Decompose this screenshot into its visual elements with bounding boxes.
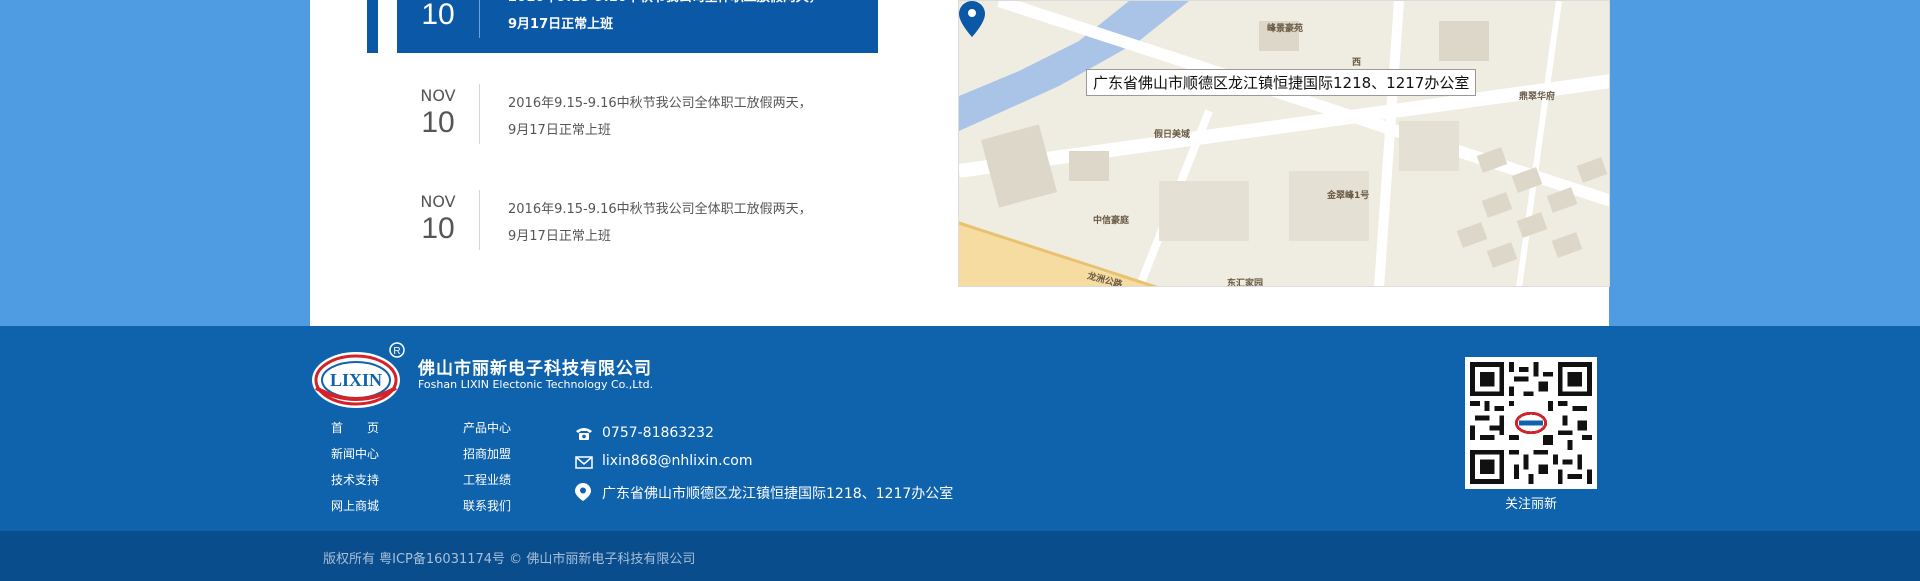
- footer-link-support[interactable]: 技术支持: [331, 471, 379, 488]
- map-graphic: [959, 1, 1609, 286]
- map-place-label: 鼎翠华府: [1519, 92, 1556, 102]
- mail-icon: [575, 456, 593, 469]
- company-logo-icon[interactable]: LIXIN R: [308, 340, 408, 412]
- news-line: 2016年9.15-9.16中秋节我公司全体职工放假两天，: [508, 202, 812, 217]
- phone-number: 0757-81863232: [602, 425, 714, 441]
- news-month: NOV: [420, 86, 456, 105]
- news-text: 2016年9.15-9.16中秋节我公司全体职工放假两天， 9月17日正常上班: [508, 90, 868, 144]
- email-address[interactable]: lixin868@nhlixin.com: [602, 453, 752, 469]
- news-day: 10: [421, 0, 455, 31]
- map-place-label: 峰景豪苑: [1267, 24, 1304, 34]
- location-icon: [575, 483, 591, 501]
- map-place-label: 东汇家园: [1227, 279, 1264, 287]
- news-line: 9月17日正常上班: [508, 123, 611, 138]
- map-address-label: 广东省佛山市顺德区龙江镇恒捷国际1218、1217办公室: [1086, 69, 1477, 96]
- news-divider: [479, 84, 480, 144]
- news-text: 2016年9.15-9.16中秋节我公司全体职工放假两天， 9月17日正常上班: [508, 0, 868, 38]
- news-line: 2016年9.15-9.16中秋节我公司全体职工放假两天，: [508, 96, 812, 111]
- footer-link-shop[interactable]: 网上商城: [331, 497, 379, 514]
- site-footer: LIXIN R 佛山市丽新电子科技有限公司 Foshan LIXIN Elect…: [0, 326, 1920, 531]
- map-place-label: 金翠峰1号: [1327, 191, 1370, 201]
- footer-link-home[interactable]: 首 页: [331, 419, 379, 436]
- copyright-bar: 版权所有 粤ICP备16031174号 © 佛山市丽新电子科技有限公司: [0, 531, 1920, 581]
- qr-code: [1465, 357, 1597, 489]
- company-name-en: Foshan LIXIN Electonic Technology Co.,Lt…: [418, 378, 654, 391]
- news-text: 2016年9.15-9.16中秋节我公司全体职工放假两天， 9月17日正常上班: [508, 196, 868, 250]
- footer-link-contact[interactable]: 联系我们: [463, 497, 511, 514]
- map-place-label: 西: [1352, 58, 1362, 68]
- location-map[interactable]: 峰景豪苑 鼎翠华府 假日美域 金翠峰1号 中信豪庭 东汇家园 龙洲公路 西 广东…: [958, 0, 1610, 287]
- news-item[interactable]: 10 2016年9.15-9.16中秋节我公司全体职工放假两天， 9月17日正常…: [397, 0, 878, 53]
- map-pin-icon[interactable]: [959, 1, 985, 37]
- footer-link-franchise[interactable]: 招商加盟: [463, 445, 511, 462]
- qr-caption: 关注丽新: [1504, 497, 1557, 512]
- news-item[interactable]: NOV 10 2016年9.15-9.16中秋节我公司全体职工放假两天， 9月1…: [397, 190, 878, 250]
- logo-text: LIXIN: [330, 370, 382, 390]
- phone-icon: [576, 428, 592, 440]
- svg-text:R: R: [393, 346, 400, 357]
- news-month: NOV: [420, 192, 456, 211]
- news-divider: [479, 0, 480, 38]
- footer-link-news[interactable]: 新闻中心: [331, 445, 379, 462]
- news-day: 10: [421, 212, 455, 245]
- address-text: 广东省佛山市顺德区龙江镇恒捷国际1218、1217办公室: [602, 486, 954, 502]
- footer-link-products[interactable]: 产品中心: [463, 419, 511, 436]
- copyright-text: 版权所有 粤ICP备16031174号 © 佛山市丽新电子科技有限公司: [323, 552, 696, 567]
- footer-link-projects[interactable]: 工程业绩: [463, 471, 511, 488]
- qr-code-icon: [1470, 362, 1592, 484]
- news-day: 10: [421, 106, 455, 139]
- company-name-cn: 佛山市丽新电子科技有限公司: [418, 359, 652, 379]
- news-item[interactable]: NOV 10 2016年9.15-9.16中秋节我公司全体职工放假两天， 9月1…: [397, 84, 878, 144]
- map-place-label: 假日美域: [1154, 130, 1191, 140]
- news-line: 9月17日正常上班: [508, 17, 614, 32]
- news-line: 2016年9.15-9.16中秋节我公司全体职工放假两天，: [508, 0, 868, 11]
- map-place-label: 中信豪庭: [1093, 216, 1130, 226]
- news-line: 9月17日正常上班: [508, 229, 611, 244]
- news-divider: [479, 190, 480, 250]
- active-indicator: [367, 0, 378, 53]
